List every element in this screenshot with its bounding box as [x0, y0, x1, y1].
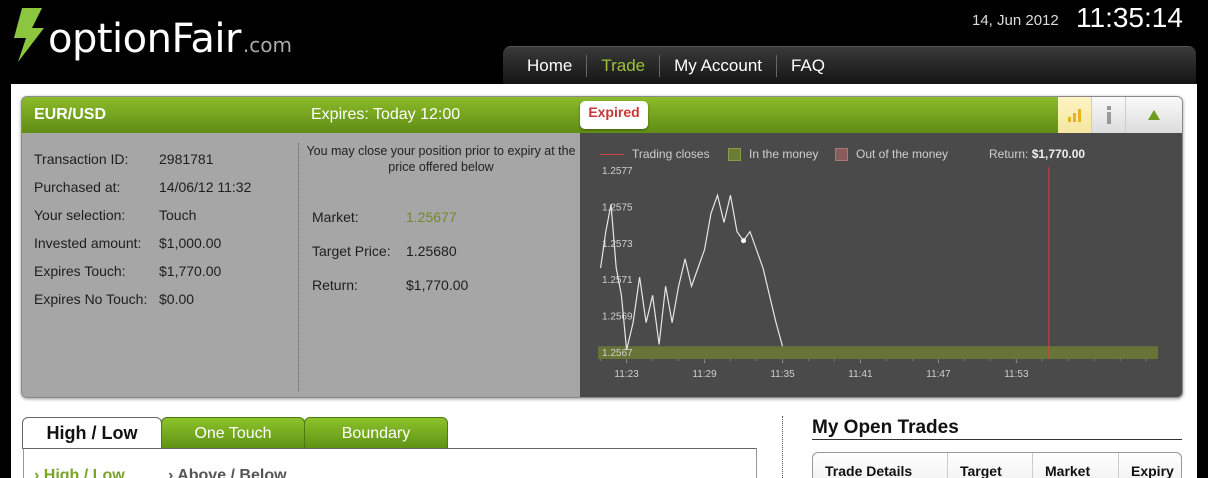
- market-label: Market:: [312, 209, 359, 225]
- purchase-point: [741, 238, 747, 244]
- detail-value: 14/06/12 11:32: [159, 179, 252, 195]
- section-divider: [298, 143, 299, 391]
- triangle-up-icon: [1148, 110, 1160, 120]
- return-row: Return: $1,770.00: [312, 277, 468, 293]
- column-header[interactable]: Target: [948, 453, 1033, 478]
- currency-pair: EUR/USD: [34, 106, 107, 123]
- return-label: Return:: [312, 277, 358, 293]
- main-content: EUR/USD Expires: Today 12:00 Expired Tra…: [11, 84, 1197, 478]
- detail-row: Expires No Touch: $0.00: [34, 291, 251, 319]
- market-row: Market: 1.25677: [312, 209, 457, 225]
- legend-return-label: Return:: [989, 147, 1029, 161]
- detail-label: Expires Touch:: [34, 263, 126, 279]
- detail-label: Purchased at:: [34, 179, 121, 195]
- x-tick-label: 11:35: [770, 369, 795, 380]
- subtab-high-low[interactable]: › High / Low: [34, 467, 125, 478]
- y-tick-label: 1.2567: [602, 348, 633, 359]
- market-value: 1.25677: [406, 209, 457, 225]
- legend-trading-closes: Trading closes: [600, 147, 710, 161]
- y-tick-label: 1.2577: [602, 166, 633, 177]
- logo-text: optionFair: [48, 16, 241, 62]
- panel-view-controls: [1058, 97, 1182, 133]
- detail-row: Invested amount: $1,000.00: [34, 235, 251, 263]
- chart-plot: 1.25771.25751.25731.25711.25691.256711:2…: [598, 166, 1158, 380]
- legend-return: Return: $1,770.00: [989, 147, 1085, 161]
- column-header[interactable]: Market: [1033, 453, 1119, 478]
- open-trades-table-header: Trade Details Target Market Expiry: [812, 452, 1182, 478]
- logo-suffix: .com: [242, 33, 292, 57]
- detail-value: $1,000.00: [159, 235, 222, 251]
- chart-view-button[interactable]: [1058, 97, 1092, 133]
- detail-row: Your selection: Touch: [34, 207, 251, 235]
- detail-value: $1,770.00: [159, 263, 222, 279]
- info-icon: [1106, 106, 1111, 124]
- legend-return-value: $1,770.00: [1031, 147, 1086, 161]
- nav-faq[interactable]: FAQ: [777, 56, 839, 76]
- detail-row: Expires Touch: $1,770.00: [34, 263, 251, 291]
- bar-chart-icon: [1067, 109, 1081, 122]
- nav-trade[interactable]: Trade: [587, 56, 659, 76]
- return-value: $1,770.00: [406, 277, 469, 293]
- optionfair-logo[interactable]: optionFair .com: [12, 6, 292, 62]
- detail-label: Transaction ID:: [34, 151, 129, 167]
- y-tick-label: 1.2575: [602, 202, 633, 213]
- legend-in-the-money: In the money: [728, 147, 818, 161]
- legend-out-of-the-money: Out of the money: [835, 147, 948, 161]
- trading-closes-swatch: [600, 153, 624, 155]
- trade-type-tabs: High / Low One Touch Boundary: [22, 417, 448, 449]
- legend-label: Trading closes: [632, 147, 710, 161]
- lightning-bolt-icon: [14, 8, 44, 62]
- current-date: 14, Jun 2012: [972, 12, 1059, 29]
- x-tick-label: 11:29: [692, 369, 717, 380]
- column-header[interactable]: Trade Details: [813, 453, 948, 478]
- nav-my-account[interactable]: My Account: [660, 56, 776, 76]
- x-tick-label: 11:41: [848, 369, 873, 380]
- detail-value: Touch: [159, 207, 197, 223]
- collapse-panel-button[interactable]: [1126, 97, 1182, 133]
- subtab-label: High / Low: [43, 467, 125, 478]
- detail-label: Your selection:: [34, 207, 126, 223]
- y-tick-label: 1.2569: [602, 312, 633, 323]
- detail-value: 2981781: [159, 151, 214, 167]
- expired-badge: Expired: [580, 101, 648, 129]
- target-price-row: Target Price: 1.25680: [312, 243, 457, 259]
- detail-label: Expires No Touch:: [34, 291, 148, 307]
- trade-panel-header: EUR/USD Expires: Today 12:00 Expired: [22, 97, 1182, 133]
- open-trades-rule: [812, 439, 1182, 440]
- legend-label: In the money: [749, 147, 819, 161]
- in-money-band: [598, 346, 1158, 359]
- current-time: 11:35:14: [1076, 2, 1183, 33]
- tab-one-touch[interactable]: One Touch: [161, 417, 305, 449]
- price-series-line: [600, 193, 784, 351]
- target-price-value: 1.25680: [406, 243, 457, 259]
- tab-high-low[interactable]: High / Low: [22, 417, 162, 449]
- expiry-time: Expires: Today 12:00: [311, 106, 461, 123]
- column-header[interactable]: Expiry: [1119, 453, 1181, 478]
- info-view-button[interactable]: [1092, 97, 1126, 133]
- close-position-note: You may close your position prior to exp…: [306, 144, 576, 174]
- out-money-swatch: [835, 147, 848, 161]
- x-tick-label: 11:53: [1004, 369, 1029, 380]
- main-nav: Home Trade My Account FAQ: [503, 46, 1196, 84]
- tab-boundary[interactable]: Boundary: [304, 417, 448, 449]
- in-money-swatch: [728, 147, 741, 161]
- open-trades-title: My Open Trades: [812, 417, 959, 438]
- y-tick-label: 1.2573: [602, 239, 633, 250]
- subtab-above-below[interactable]: › Above / Below: [168, 467, 287, 478]
- trade-details: Transaction ID: 2981781 Purchased at: 14/0…: [34, 151, 251, 319]
- trade-panel: EUR/USD Expires: Today 12:00 Expired Tra…: [21, 96, 1183, 398]
- detail-row: Transaction ID: 2981781: [34, 151, 251, 179]
- column-divider: [782, 416, 783, 478]
- legend-label: Out of the money: [856, 147, 949, 161]
- x-tick-label: 11:23: [614, 369, 639, 380]
- detail-value: $0.00: [159, 291, 195, 307]
- tab-content: › High / Low › Above / Below: [23, 448, 757, 478]
- detail-row: Purchased at: 14/06/12 11:32: [34, 179, 251, 207]
- x-tick-label: 11:47: [926, 369, 951, 380]
- nav-home[interactable]: Home: [513, 56, 586, 76]
- subtab-label: Above / Below: [177, 467, 287, 478]
- target-price-label: Target Price:: [312, 243, 391, 259]
- price-chart: Trading closes In the money Out of the m…: [580, 133, 1182, 397]
- detail-label: Invested amount:: [34, 235, 142, 251]
